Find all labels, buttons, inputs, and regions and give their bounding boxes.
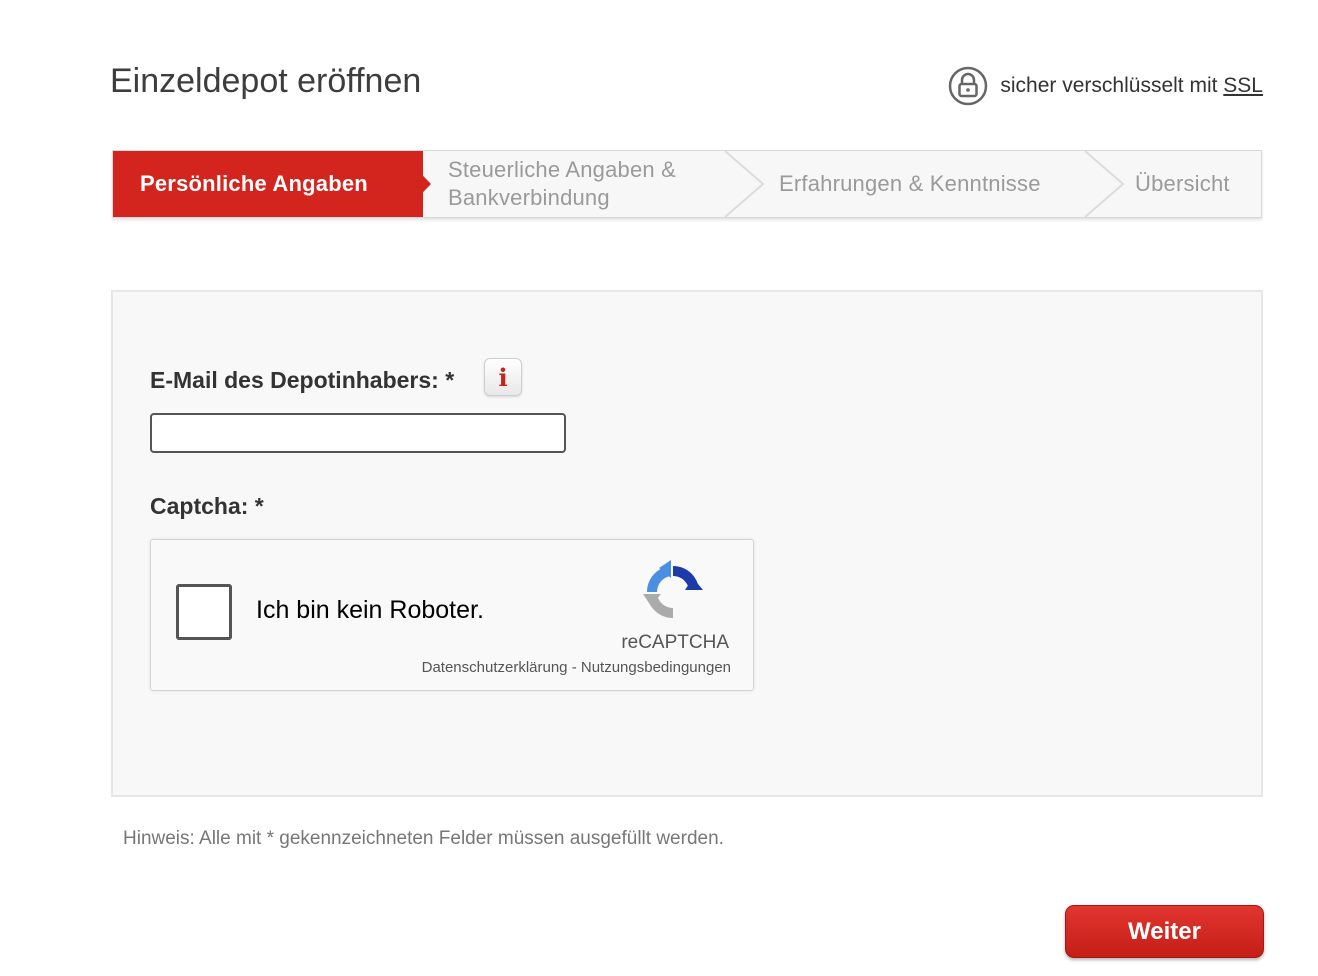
page-title: Einzeldepot eröffnen <box>110 62 422 100</box>
next-button[interactable]: Weiter <box>1065 905 1264 958</box>
terms-link[interactable]: Nutzungsbedingungen <box>581 659 731 676</box>
recaptcha-links: Datenschutzerklärung - Nutzungsbedingung… <box>422 659 731 676</box>
privacy-link[interactable]: Datenschutzerklärung <box>422 659 568 676</box>
step-separator-chevron <box>1084 151 1125 217</box>
step-overview: Übersicht <box>1135 151 1230 217</box>
required-fields-hint: Hinweis: Alle mit * gekennzeichneten Fel… <box>123 828 724 849</box>
step-personal-data: Persönliche Angaben <box>113 151 423 217</box>
link-separator: - <box>567 659 581 676</box>
step-label: Erfahrungen & Kenntnisse <box>779 171 1041 196</box>
step-separator-chevron <box>724 151 765 217</box>
recaptcha-brand: reCAPTCHA <box>621 632 729 653</box>
ssl-text: sicher verschlüsselt mit <box>1000 74 1218 97</box>
form-panel: E-Mail des Depotinhabers: * i Captcha: *… <box>111 290 1263 797</box>
ssl-notice: sicher verschlüsselt mit SSL <box>948 66 1263 106</box>
email-label: E-Mail des Depotinhabers: * <box>150 367 455 393</box>
recaptcha-label: Ich bin kein Roboter. <box>256 596 484 624</box>
step-tax-bank: Steuerliche Angaben & Bankverbindung <box>448 151 728 217</box>
step-experience: Erfahrungen & Kenntnisse <box>779 151 1041 217</box>
recaptcha-widget: Ich bin kein Roboter. reCAPTCHA Datensch… <box>150 539 754 691</box>
step-label-line2: Bankverbindung <box>448 185 610 210</box>
step-label-line1: Steuerliche Angaben & <box>448 157 677 182</box>
recaptcha-checkbox[interactable] <box>176 584 232 640</box>
email-input[interactable] <box>150 413 566 453</box>
info-icon[interactable]: i <box>484 358 522 396</box>
progress-stepper: Persönliche Angaben Steuerliche Angaben … <box>112 150 1262 218</box>
active-step-arrow <box>389 151 431 217</box>
step-label: Persönliche Angaben <box>140 171 368 196</box>
lock-icon <box>949 66 988 106</box>
ssl-link[interactable]: SSL <box>1223 74 1263 98</box>
recaptcha-logo-icon <box>643 560 703 619</box>
step-label: Übersicht <box>1135 171 1230 196</box>
captcha-label: Captcha: * <box>150 493 264 519</box>
